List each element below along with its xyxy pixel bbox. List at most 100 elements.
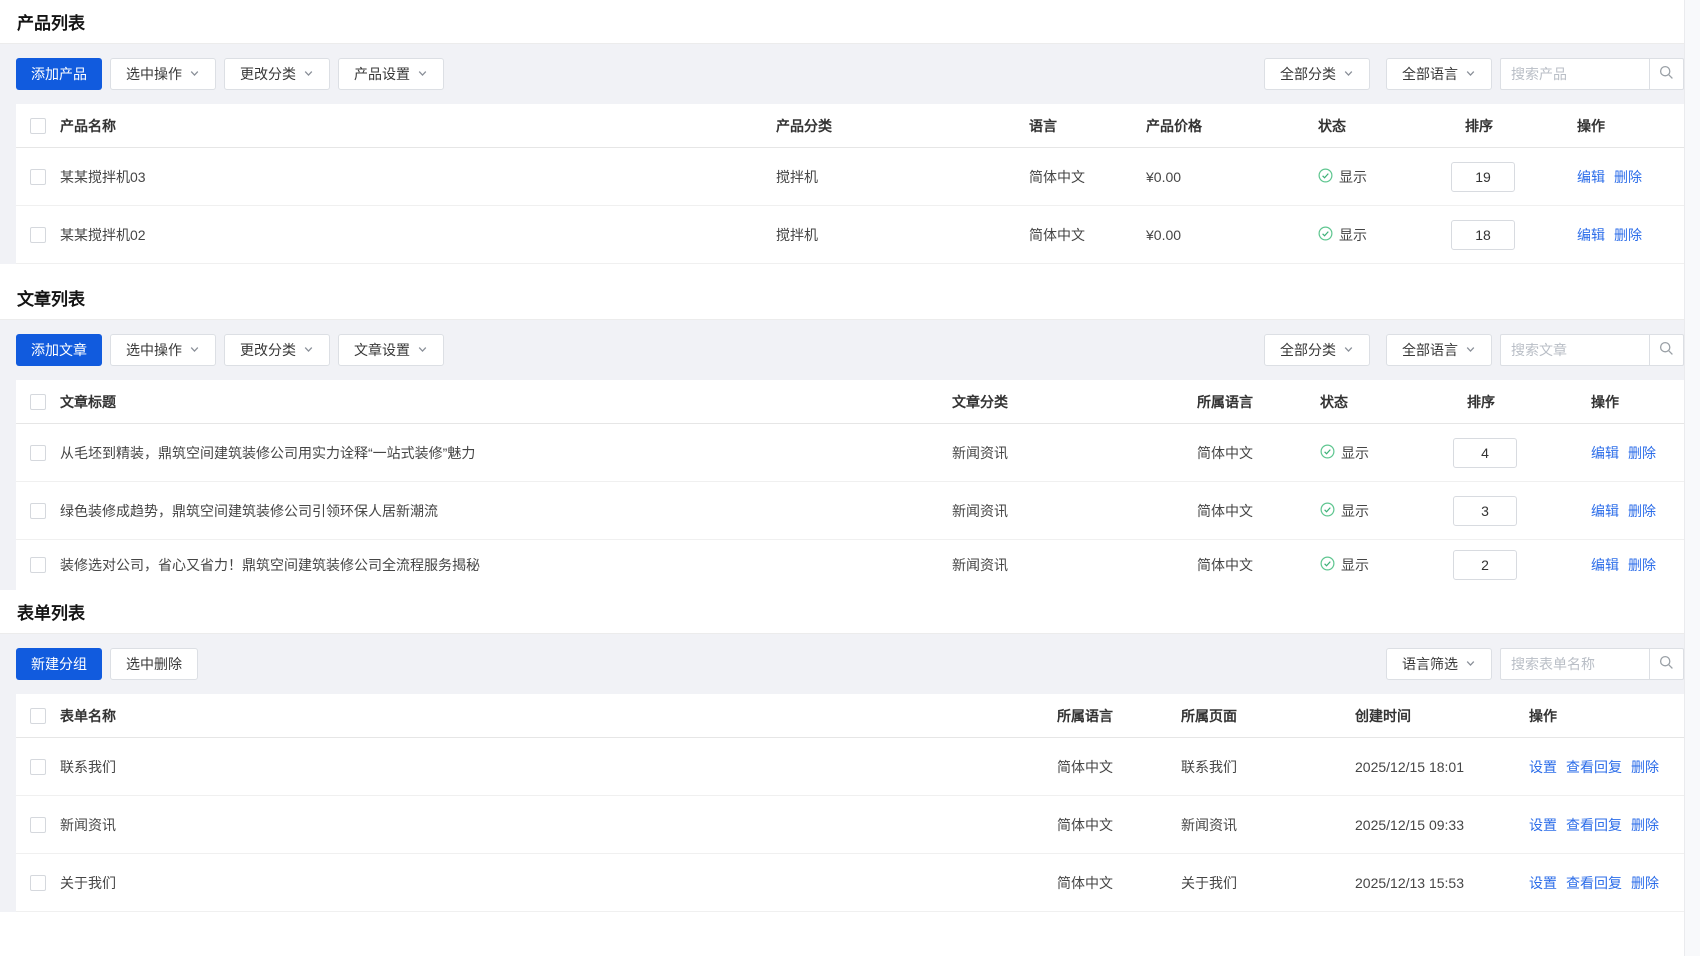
delete-link[interactable]: 删除 bbox=[1628, 445, 1656, 461]
col-page: 所属页面 bbox=[1181, 706, 1355, 726]
delete-link[interactable]: 删除 bbox=[1628, 557, 1656, 573]
col-status: 状态 bbox=[1318, 116, 1443, 136]
scrollbar-track[interactable] bbox=[1684, 0, 1700, 956]
change-category-dropdown[interactable]: 更改分类 bbox=[224, 334, 330, 366]
delete-link[interactable]: 删除 bbox=[1631, 875, 1659, 891]
edit-link[interactable]: 编辑 bbox=[1577, 169, 1605, 185]
col-actions: 操作 bbox=[1529, 706, 1684, 726]
article-category: 新闻资讯 bbox=[952, 555, 1197, 575]
col-language: 所属语言 bbox=[1057, 706, 1181, 726]
filter-label: 语言筛选 bbox=[1402, 654, 1458, 674]
delete-link[interactable]: 删除 bbox=[1614, 227, 1642, 243]
row-checkbox[interactable] bbox=[30, 817, 46, 833]
select-all-checkbox[interactable] bbox=[30, 708, 46, 724]
row-checkbox[interactable] bbox=[30, 227, 46, 243]
row-checkbox[interactable] bbox=[30, 759, 46, 775]
settings-link[interactable]: 设置 bbox=[1529, 875, 1557, 891]
language-filter[interactable]: 语言筛选 bbox=[1386, 648, 1492, 680]
col-sort: 排序 bbox=[1443, 116, 1577, 136]
products-table-header: 产品名称 产品分类 语言 产品价格 状态 排序 操作 bbox=[16, 104, 1684, 148]
delete-link[interactable]: 删除 bbox=[1631, 817, 1659, 833]
forms-table-header: 表单名称 所属语言 所属页面 创建时间 操作 bbox=[16, 694, 1684, 738]
new-group-button[interactable]: 新建分组 bbox=[16, 648, 102, 680]
delete-link[interactable]: 删除 bbox=[1631, 759, 1659, 775]
col-language: 语言 bbox=[1029, 116, 1146, 136]
search-product-input[interactable] bbox=[1500, 58, 1650, 90]
articles-table-header: 文章标题 文章分类 所属语言 状态 排序 操作 bbox=[16, 380, 1684, 424]
form-name: 联系我们 bbox=[60, 757, 1057, 777]
col-form-name: 表单名称 bbox=[60, 706, 1057, 726]
chevron-down-icon bbox=[189, 342, 200, 358]
row-checkbox[interactable] bbox=[30, 557, 46, 573]
search-button[interactable] bbox=[1650, 334, 1684, 366]
check-circle-icon bbox=[1320, 556, 1335, 574]
forms-zone: 新建分组 选中删除 语言筛选 表单名称 所属语言 所属页面 创建时间 操作 bbox=[0, 634, 1700, 912]
search-article-input[interactable] bbox=[1500, 334, 1650, 366]
articles-table: 文章标题 文章分类 所属语言 状态 排序 操作 从毛坯到精装，鼎筑空间建筑装修公… bbox=[16, 380, 1684, 590]
settings-link[interactable]: 设置 bbox=[1529, 759, 1557, 775]
selected-operation-dropdown[interactable]: 选中操作 bbox=[110, 58, 216, 90]
select-all-checkbox[interactable] bbox=[30, 118, 46, 134]
row-checkbox[interactable] bbox=[30, 503, 46, 519]
view-replies-link[interactable]: 查看回复 bbox=[1566, 875, 1622, 891]
sort-input[interactable] bbox=[1453, 550, 1517, 580]
col-actions: 操作 bbox=[1577, 116, 1684, 136]
change-category-dropdown[interactable]: 更改分类 bbox=[224, 58, 330, 90]
product-language: 简体中文 bbox=[1029, 167, 1146, 187]
settings-link[interactable]: 设置 bbox=[1529, 817, 1557, 833]
delete-selected-button[interactable]: 选中删除 bbox=[110, 648, 198, 680]
search-icon bbox=[1658, 64, 1675, 84]
search-button[interactable] bbox=[1650, 648, 1684, 680]
article-settings-dropdown[interactable]: 文章设置 bbox=[338, 334, 444, 366]
edit-link[interactable]: 编辑 bbox=[1577, 227, 1605, 243]
products-table: 产品名称 产品分类 语言 产品价格 状态 排序 操作 某某搅拌机03 搅拌机 简… bbox=[16, 104, 1684, 264]
form-name: 关于我们 bbox=[60, 873, 1057, 893]
add-product-button[interactable]: 添加产品 bbox=[16, 58, 102, 90]
form-language: 简体中文 bbox=[1057, 757, 1181, 777]
form-created-time: 2025/12/15 09:33 bbox=[1355, 817, 1529, 833]
add-article-button[interactable]: 添加文章 bbox=[16, 334, 102, 366]
articles-zone: 添加文章 选中操作 更改分类 文章设置 全部分类 全部语言 bbox=[0, 320, 1700, 590]
view-replies-link[interactable]: 查看回复 bbox=[1566, 759, 1622, 775]
dropdown-label: 更改分类 bbox=[240, 64, 296, 84]
row-checkbox[interactable] bbox=[30, 875, 46, 891]
product-settings-dropdown[interactable]: 产品设置 bbox=[338, 58, 444, 90]
row-checkbox[interactable] bbox=[30, 445, 46, 461]
edit-link[interactable]: 编辑 bbox=[1591, 557, 1619, 573]
chevron-down-icon bbox=[1465, 656, 1476, 672]
articles-toolbar: 添加文章 选中操作 更改分类 文章设置 全部分类 全部语言 bbox=[16, 320, 1684, 380]
edit-link[interactable]: 编辑 bbox=[1591, 445, 1619, 461]
status-text: 显示 bbox=[1341, 501, 1369, 521]
sort-input[interactable] bbox=[1451, 220, 1515, 250]
sort-input[interactable] bbox=[1453, 496, 1517, 526]
all-categories-filter[interactable]: 全部分类 bbox=[1264, 58, 1370, 90]
form-page: 关于我们 bbox=[1181, 873, 1355, 893]
product-price: ¥0.00 bbox=[1146, 169, 1318, 185]
dropdown-label: 选中操作 bbox=[126, 64, 182, 84]
edit-link[interactable]: 编辑 bbox=[1591, 503, 1619, 519]
check-circle-icon bbox=[1318, 226, 1333, 244]
search-icon bbox=[1658, 340, 1675, 360]
form-page: 新闻资讯 bbox=[1181, 815, 1355, 835]
dropdown-label: 更改分类 bbox=[240, 340, 296, 360]
search-button[interactable] bbox=[1650, 58, 1684, 90]
article-category: 新闻资讯 bbox=[952, 501, 1197, 521]
selected-operation-dropdown[interactable]: 选中操作 bbox=[110, 334, 216, 366]
sort-input[interactable] bbox=[1453, 438, 1517, 468]
sort-input[interactable] bbox=[1451, 162, 1515, 192]
view-replies-link[interactable]: 查看回复 bbox=[1566, 817, 1622, 833]
articles-section-header: 文章列表 bbox=[0, 276, 1700, 320]
form-created-time: 2025/12/15 18:01 bbox=[1355, 759, 1529, 775]
delete-link[interactable]: 删除 bbox=[1614, 169, 1642, 185]
product-language: 简体中文 bbox=[1029, 225, 1146, 245]
select-all-checkbox[interactable] bbox=[30, 394, 46, 410]
filter-label: 全部语言 bbox=[1402, 64, 1458, 84]
row-checkbox[interactable] bbox=[30, 169, 46, 185]
all-categories-filter[interactable]: 全部分类 bbox=[1264, 334, 1370, 366]
all-languages-filter[interactable]: 全部语言 bbox=[1386, 334, 1492, 366]
search-form-input[interactable] bbox=[1500, 648, 1650, 680]
all-languages-filter[interactable]: 全部语言 bbox=[1386, 58, 1492, 90]
status-text: 显示 bbox=[1341, 555, 1369, 575]
chevron-down-icon bbox=[303, 66, 314, 82]
delete-link[interactable]: 删除 bbox=[1628, 503, 1656, 519]
